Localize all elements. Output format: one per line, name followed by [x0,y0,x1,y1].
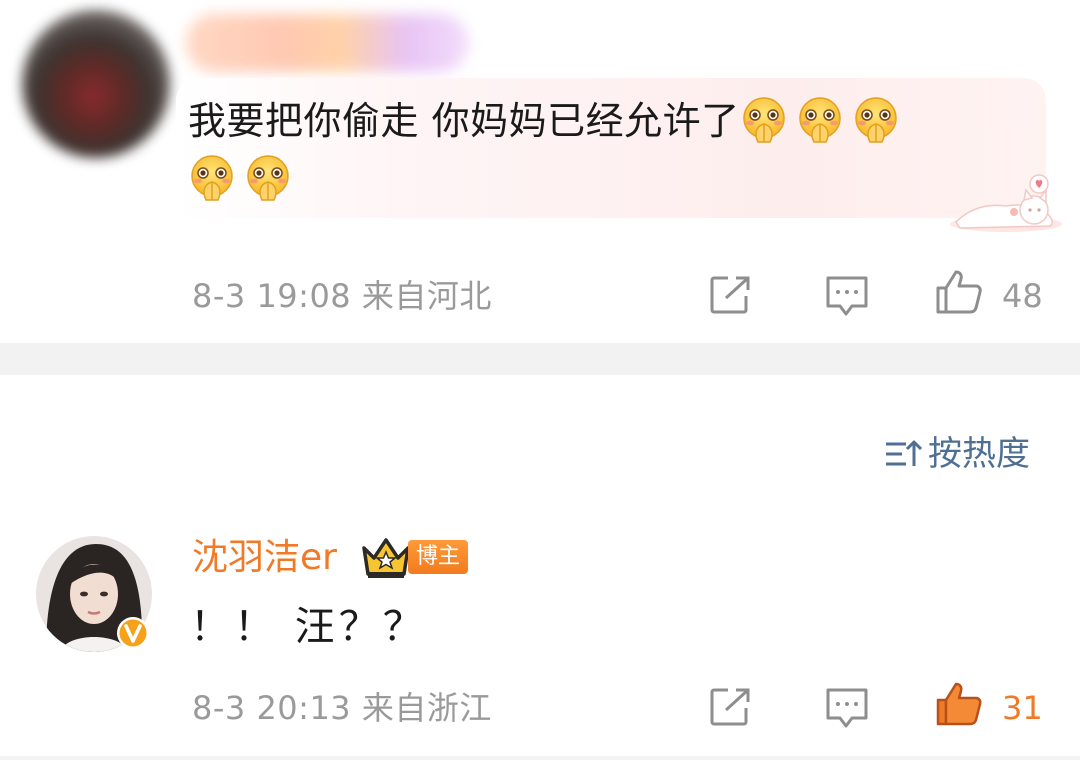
praying-face-emoji [796,96,844,144]
timestamp: 8-3 20:13 来自浙江 [192,689,492,727]
share-icon[interactable] [708,686,754,728]
avatar[interactable] [22,10,170,158]
comment-icon[interactable] [824,274,870,318]
timestamp: 8-3 19:08 来自河北 [192,277,492,315]
comment-icon[interactable] [824,686,870,730]
praying-face-emoji [852,96,900,144]
section-divider [0,343,1080,375]
share-icon[interactable] [708,274,754,316]
sort-icon [886,440,923,466]
comment-body: 我要把你偷走 你妈妈已经允许了 [188,99,740,143]
cat-decoration-icon [950,174,1062,232]
section-divider [0,756,1080,760]
praying-face-emoji [188,154,236,202]
comment-text: 我要把你偷走 你妈妈已经允许了 [188,92,1018,208]
sort-by-hot-button[interactable]: 按热度 [884,430,1030,478]
like-count: 48 [1002,277,1043,315]
username[interactable]: 沈羽洁er [192,534,337,582]
comment-meta: 8-3 20:13 来自浙江 31 [0,682,1080,732]
like-count: 31 [1002,689,1043,727]
crown-icon [362,538,410,578]
comment-body: ！！ 汪？？ [190,604,427,650]
thumbs-up-icon[interactable] [934,680,984,728]
username-blurred[interactable] [186,14,468,72]
sort-label: 按热度 [928,434,1030,474]
praying-face-emoji [740,96,788,144]
thumbs-up-icon[interactable] [934,268,984,316]
blogger-badge: 博主 [408,540,468,574]
v-verified-icon [117,617,149,649]
comment-meta: 8-3 19:08 来自河北 48 [0,270,1080,320]
praying-face-emoji [244,154,292,202]
